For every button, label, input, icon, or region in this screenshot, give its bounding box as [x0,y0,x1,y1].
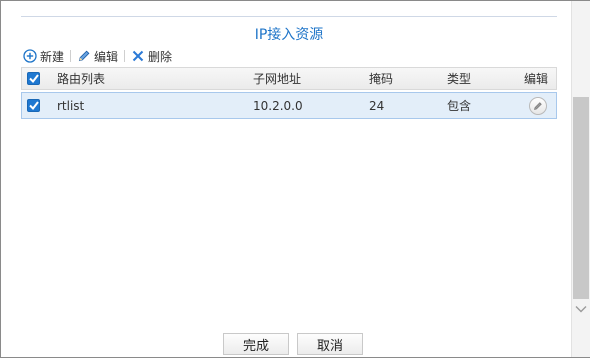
delete-button[interactable]: 删除 [131,48,172,65]
toolbar: 新建 编辑 删除 [23,47,177,65]
row-select-cell [27,93,40,118]
new-button[interactable]: 新建 [23,48,64,65]
header-edit: 编辑 [524,72,549,86]
toolbar-divider [124,50,126,62]
edit-button-label: 编辑 [94,49,119,64]
header-mask[interactable]: 掩码 [369,68,393,89]
row-edit-cell [529,93,547,118]
cell-mask: 24 [369,98,385,113]
title-divider [21,16,557,17]
cell-type: 包含 [447,99,472,113]
check-icon [28,74,39,83]
section-title: IP接入资源 [254,27,324,43]
table-row[interactable]: rtlist 10.2.0.0 24 包含 [21,92,557,119]
cell-route-list: rtlist [57,98,85,113]
new-button-label: 新建 [40,49,65,64]
header-route-list[interactable]: 路由列表 [57,68,105,89]
check-icon [28,101,39,110]
route-table: 路由列表 子网地址 掩码 类型 编辑 rtlist 10.2.0.0 24 包含 [21,67,557,119]
select-all-checkbox[interactable] [27,72,40,85]
confirm-button[interactable]: 完成 [223,333,289,355]
pencil-icon [77,49,91,63]
dialog-frame: IP接入资源 新建 编辑 删除 路由列表 子网地址 掩码 类型 编辑 rtlis… [0,0,590,358]
plus-circle-icon [23,49,37,63]
cancel-button[interactable]: 取消 [297,333,363,355]
x-icon [131,49,145,63]
scroll-down-button[interactable] [575,303,587,315]
cell-subnet: 10.2.0.0 [253,98,303,113]
pencil-circle-icon [534,101,542,110]
scrollbar-thumb[interactable] [573,97,589,299]
row-checkbox[interactable] [27,99,40,112]
select-all-cell [27,68,40,89]
vertical-scrollbar[interactable] [571,1,590,357]
toolbar-divider [70,50,72,62]
header-type[interactable]: 类型 [447,68,471,89]
delete-button-label: 删除 [148,49,173,64]
header-subnet[interactable]: 子网地址 [253,68,301,89]
row-edit-button[interactable] [529,96,547,115]
table-header: 路由列表 子网地址 掩码 类型 编辑 [21,67,557,90]
chevron-down-icon [575,306,587,313]
edit-button[interactable]: 编辑 [77,48,118,65]
